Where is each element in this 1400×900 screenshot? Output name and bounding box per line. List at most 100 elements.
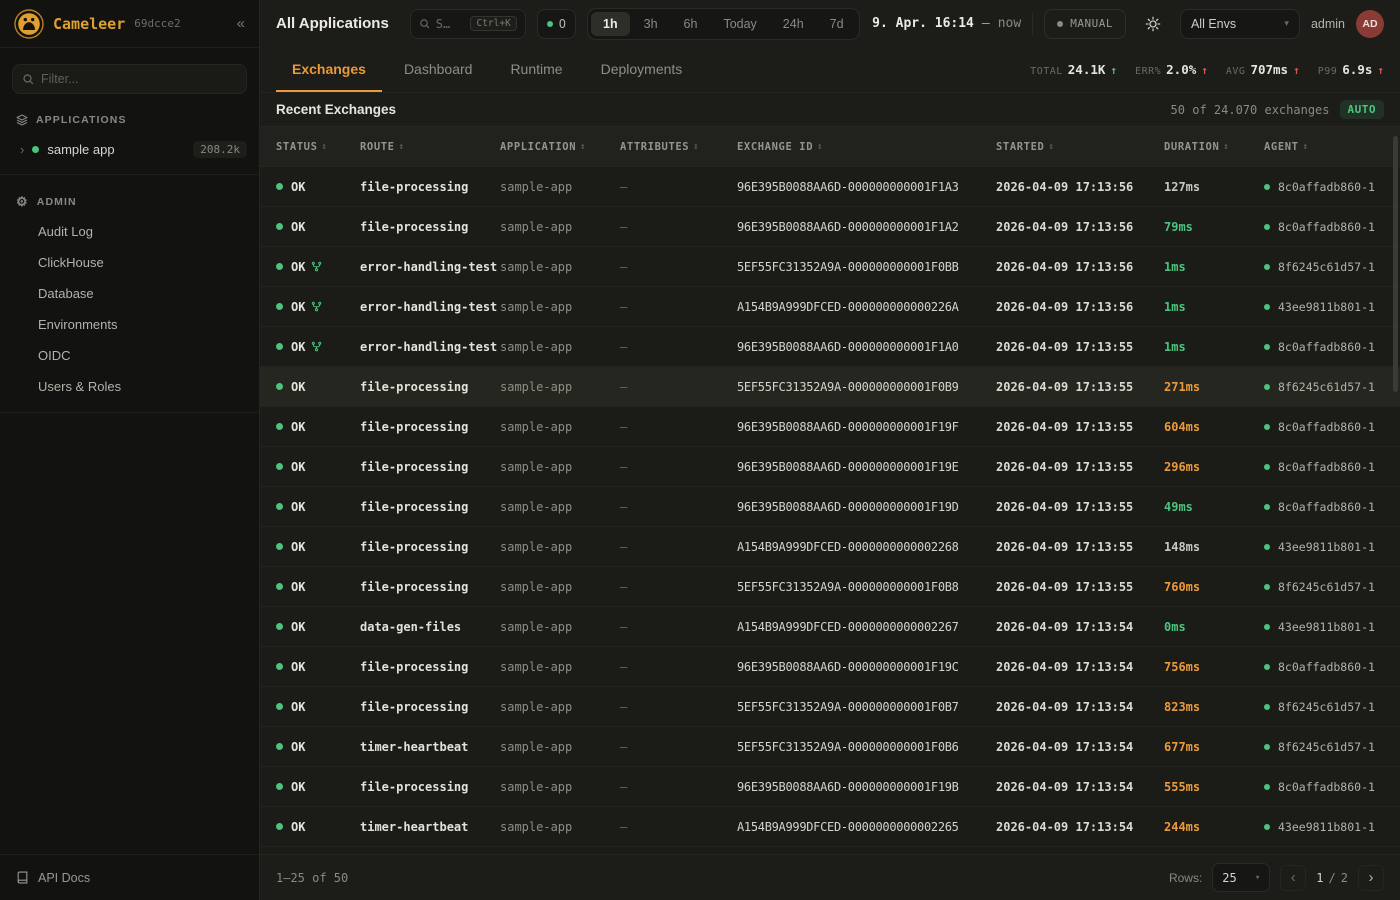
table-row[interactable]: OK file-processing sample-app — 96E395B0… (260, 487, 1400, 527)
table-row[interactable]: OK file-processing sample-app — 96E395B0… (260, 647, 1400, 687)
theme-toggle-button[interactable] (1137, 9, 1169, 39)
agent-cell: 43ee9811b801-1 (1264, 820, 1400, 834)
next-page-button[interactable]: › (1358, 865, 1384, 891)
attributes-cell: — (620, 620, 737, 634)
table-row[interactable]: OK file-processing sample-app — 96E395B0… (260, 207, 1400, 247)
tab[interactable]: Deployments (585, 47, 699, 92)
divider (1032, 13, 1033, 35)
user-name: admin (1311, 17, 1345, 31)
filter-input[interactable] (41, 72, 237, 86)
application-cell: sample-app (500, 740, 620, 754)
sidebar-collapse-button[interactable]: « (237, 15, 245, 32)
table-row[interactable]: OK file-processing sample-app — A154B9A9… (260, 527, 1400, 567)
api-docs-link[interactable]: API Docs (0, 854, 259, 900)
sidebar-item[interactable]: ClickHouse (0, 247, 259, 278)
env-select[interactable]: All Envs ▾ (1180, 9, 1300, 39)
column-header[interactable]: APPLICATION ↕ (500, 141, 620, 153)
route-cell: file-processing (360, 460, 500, 474)
table-row[interactable]: OK data-gen-files sample-app — A154B9A99… (260, 607, 1400, 647)
sidebar-item-sample-app[interactable]: › sample app 208.2k (0, 134, 259, 164)
duration-cell: 127ms (1164, 180, 1264, 194)
sidebar-item[interactable]: Database (0, 278, 259, 309)
tab[interactable]: Runtime (494, 47, 578, 92)
sidebar-item[interactable]: OIDC (0, 340, 259, 371)
stat-label: AVG (1226, 66, 1246, 77)
global-search[interactable]: S… Ctrl+K (410, 9, 526, 39)
exchange-id-cell: 96E395B0088AA6D-000000000001F19C (737, 660, 996, 674)
table-row[interactable]: OK error-handling-test sample-app — 96E3… (260, 327, 1400, 367)
status-ok-dot (276, 223, 283, 230)
exchange-count: 50 of 24.070 exchanges (1171, 103, 1330, 117)
app-count-badge: 208.2k (193, 141, 247, 158)
column-header[interactable]: EXCHANGE ID ↕ (737, 141, 996, 153)
agent-status-dot (1264, 184, 1270, 190)
table-row[interactable]: OK file-processing sample-app — 96E395B0… (260, 447, 1400, 487)
application-cell: sample-app (500, 540, 620, 554)
duration-cell: 0ms (1164, 620, 1264, 634)
time-range-button[interactable]: 7d (818, 12, 856, 36)
section-title: Recent Exchanges (276, 102, 396, 117)
column-header[interactable]: ATTRIBUTES ↕ (620, 141, 737, 153)
scrollbar-thumb[interactable] (1393, 136, 1398, 392)
table-row[interactable]: OK timer-heartbeat sample-app — 5EF55FC3… (260, 727, 1400, 767)
chevron-down-icon: ▾ (1284, 18, 1289, 29)
duration-cell: 1ms (1164, 340, 1264, 354)
prev-page-button[interactable]: ‹ (1280, 865, 1306, 891)
manual-refresh-button[interactable]: MANUAL (1044, 9, 1126, 39)
time-range-button[interactable]: 1h (591, 12, 630, 36)
column-header[interactable]: AGENT ↕ (1264, 141, 1400, 153)
tab[interactable]: Exchanges (276, 47, 382, 92)
route-cell: file-processing (360, 500, 500, 514)
sidebar-item[interactable]: Audit Log (0, 216, 259, 247)
attributes-cell: — (620, 180, 737, 194)
column-header[interactable]: STATUS ↕ (276, 141, 360, 153)
application-cell: sample-app (500, 780, 620, 794)
exchange-id-cell: A154B9A999DFCED-000000000000226A (737, 300, 996, 314)
column-header[interactable]: STARTED ↕ (996, 141, 1164, 153)
agent-status-dot (1264, 744, 1270, 750)
time-range-group: 1h 3h 6h Today 24h 7d (587, 8, 860, 40)
column-header[interactable]: DURATION ↕ (1164, 141, 1264, 153)
status-cell: OK (276, 580, 360, 594)
started-cell: 2026-04-09 17:13:55 (996, 420, 1164, 434)
auto-refresh-badge[interactable]: AUTO (1340, 100, 1385, 119)
stat-label: TOTAL (1030, 66, 1063, 77)
table-row[interactable]: OK error-handling-test sample-app — 5EF5… (260, 247, 1400, 287)
sidebar-item[interactable]: Users & Roles (0, 371, 259, 402)
live-indicator-pill[interactable]: O (537, 9, 576, 39)
page-title: All Applications (276, 15, 389, 32)
agent-cell: 8c0affadb860-1 (1264, 340, 1400, 354)
table-row[interactable]: OK file-processing sample-app — 5EF55FC3… (260, 367, 1400, 407)
table-row[interactable]: OK error-handling-test sample-app — A154… (260, 287, 1400, 327)
time-display[interactable]: 9. Apr. 16:14 — now (872, 16, 1021, 31)
table-row[interactable]: OK file-processing sample-app — 5EF55FC3… (260, 687, 1400, 727)
agent-status-dot (1264, 224, 1270, 230)
exchange-id-cell: A154B9A999DFCED-0000000000002267 (737, 620, 996, 634)
avatar[interactable]: AD (1356, 10, 1384, 38)
table-row[interactable]: OK file-processing sample-app — 96E395B0… (260, 767, 1400, 807)
status-ok-dot (276, 303, 283, 310)
tab[interactable]: Dashboard (388, 47, 489, 92)
live-status-dot (547, 21, 553, 27)
agent-cell: 8c0affadb860-1 (1264, 460, 1400, 474)
time-range-button[interactable]: Today (711, 12, 768, 36)
route-cell: file-processing (360, 660, 500, 674)
rows-per-page-select[interactable]: 25 ▾ (1212, 863, 1270, 892)
status-cell: OK (276, 620, 360, 634)
time-range-button[interactable]: 24h (771, 12, 816, 36)
sidebar: Cameleer 69dcce2 « APPLICATIONS › (0, 0, 260, 900)
attributes-cell: — (620, 540, 737, 554)
column-header[interactable]: ROUTE ↕ (360, 141, 500, 153)
time-range-button[interactable]: 3h (632, 12, 670, 36)
table-header: STATUS ↕ ROUTE ↕ APPLICATION ↕ ATTR (260, 126, 1400, 167)
exchanges-table: STATUS ↕ ROUTE ↕ APPLICATION ↕ ATTR (260, 126, 1400, 854)
sidebar-item[interactable]: Environments (0, 309, 259, 340)
table-row[interactable]: OK file-processing sample-app — 5EF55FC3… (260, 567, 1400, 607)
time-range-button[interactable]: 6h (672, 12, 710, 36)
table-row[interactable]: OK file-processing sample-app — 96E395B0… (260, 407, 1400, 447)
table-row[interactable]: OK timer-heartbeat sample-app — A154B9A9… (260, 807, 1400, 847)
table-row[interactable]: OK file-processing sample-app — 96E395B0… (260, 167, 1400, 207)
duration-cell: 823ms (1164, 700, 1264, 714)
attributes-cell: — (620, 340, 737, 354)
app-root: Cameleer 69dcce2 « APPLICATIONS › (0, 0, 1400, 900)
